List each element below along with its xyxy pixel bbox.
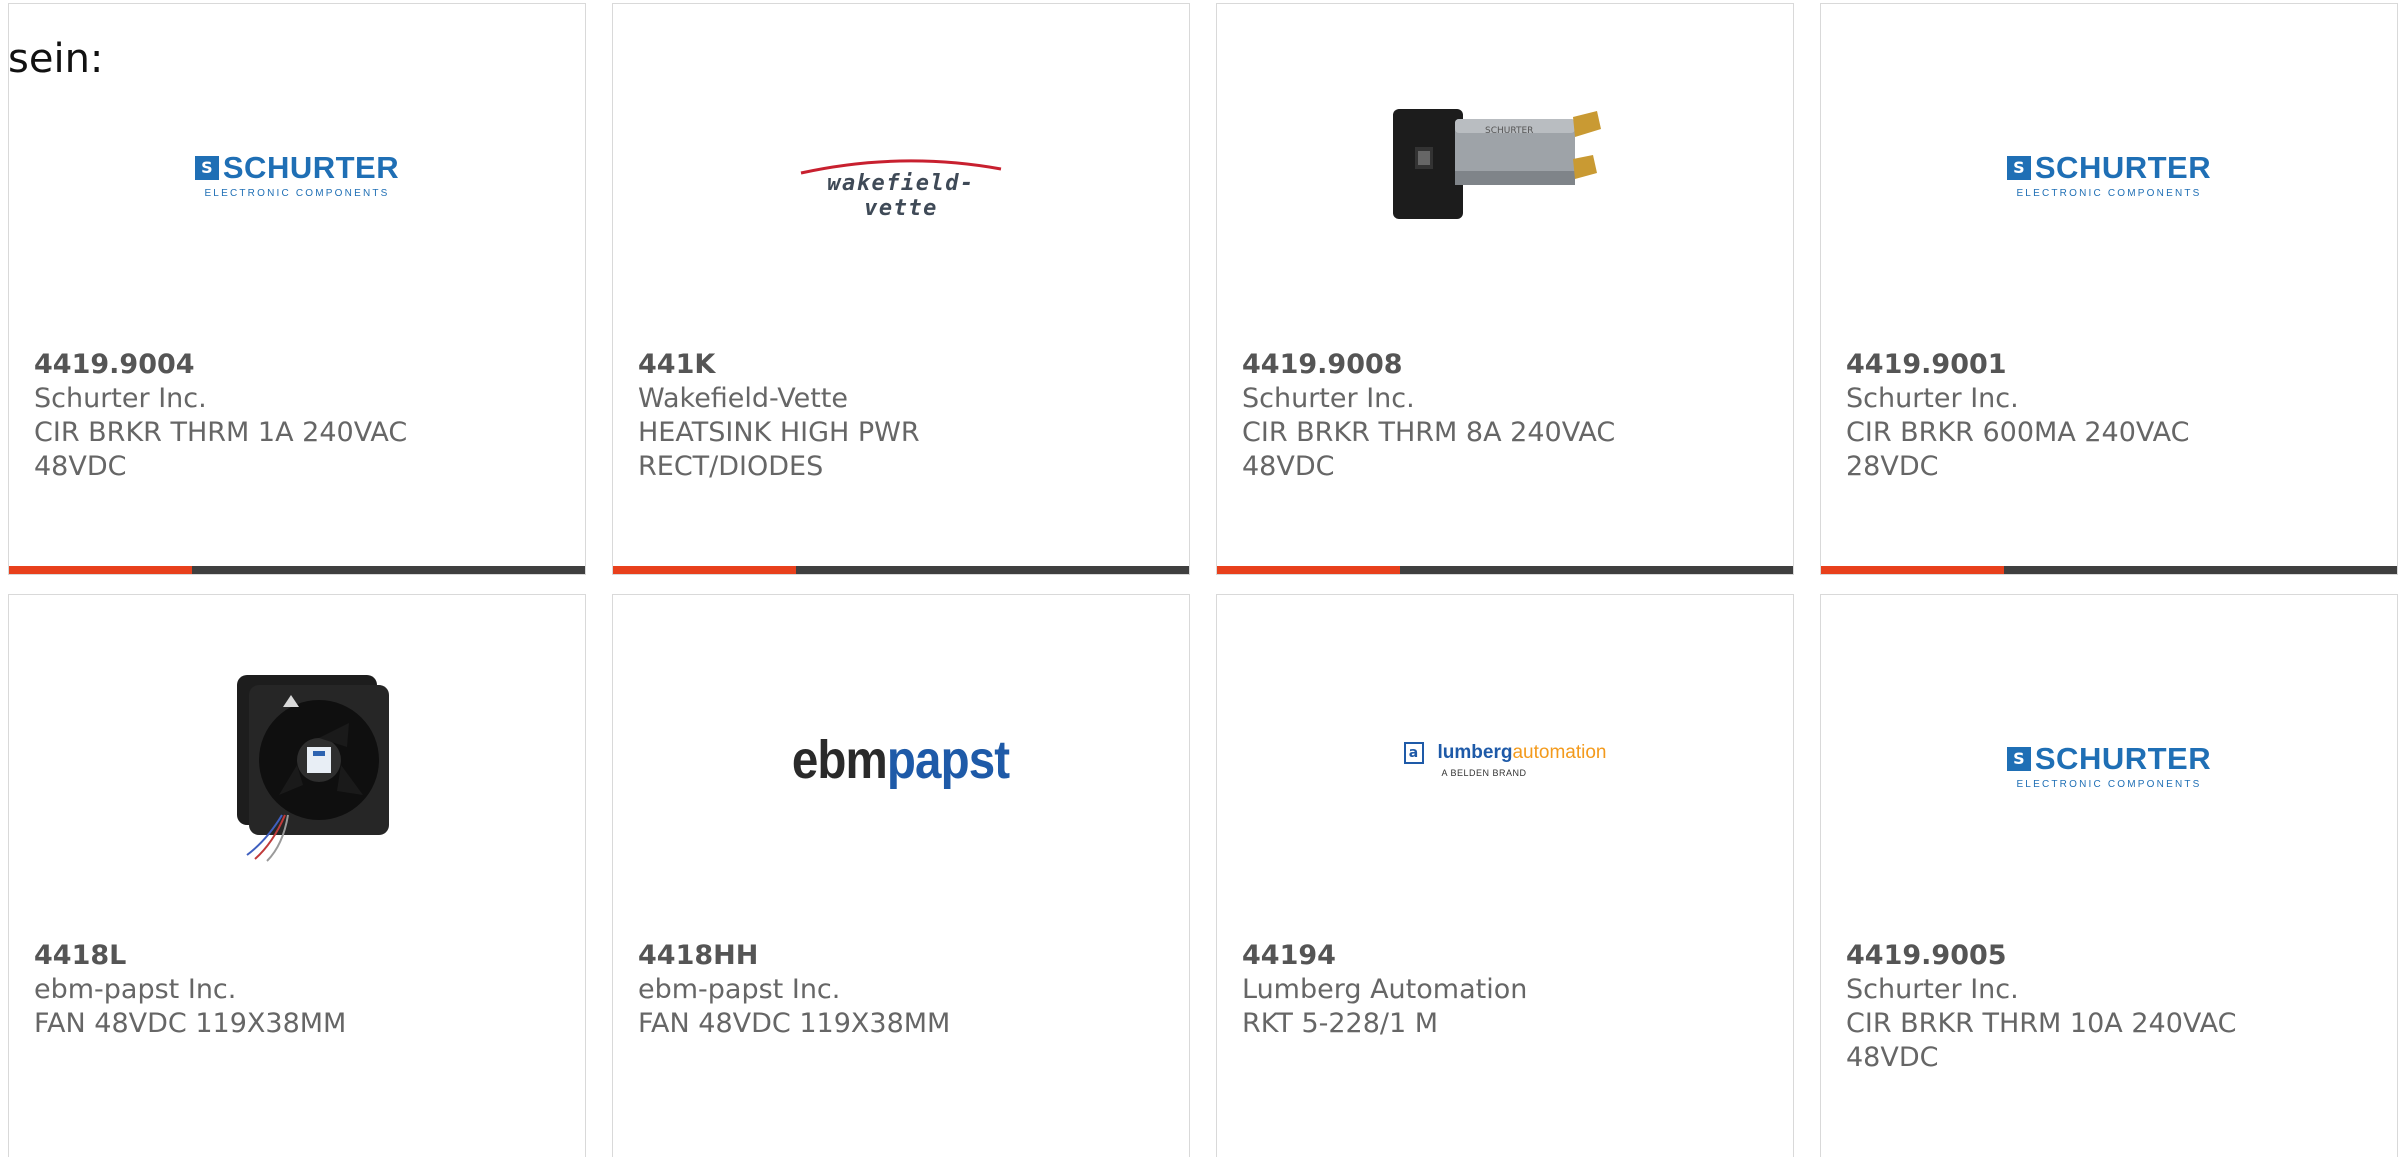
product-image-area: S SCHURTER ELECTRONIC COMPONENTS [1821,595,2397,925]
manufacturer: ebm-papst Inc. [638,974,841,1005]
card-bottom-bar [9,566,585,574]
product-image-area: S SCHURTER ELECTRONIC COMPONENTS [1821,4,2397,334]
manufacturer: Schurter Inc. [1846,383,2019,414]
card-bottom-bar [1217,566,1793,574]
product-image-area: ebmpapst [613,595,1189,925]
part-number[interactable]: 441K [638,348,1058,382]
logo-text: SCHURTER [222,149,400,185]
part-number[interactable]: 4419.9008 [1242,348,1662,382]
part-number[interactable]: 4419.9001 [1846,348,2266,382]
product-card[interactable]: S SCHURTER ELECTRONIC COMPONENTS 4419.90… [1820,594,2398,1157]
description: CIR BRKR THRM 8A 240VAC 48VDC [1242,417,1616,482]
logo-text: SCHURTER [2034,740,2212,776]
product-card[interactable]: S SCHURTER ELECTRONIC COMPONENTS 4419.90… [1820,3,2398,575]
circuit-breaker-photo: SCHURTER [1393,109,1601,219]
part-number[interactable]: 4419.9005 [1846,939,2266,973]
product-image-area [9,595,585,925]
description: CIR BRKR 600MA 240VAC 28VDC [1846,417,2190,482]
logo-text-papst: papst [887,730,1010,790]
description: HEATSINK HIGH PWR RECT/DIODES [638,417,920,482]
description: FAN 48VDC 119X38MM [34,1008,347,1039]
product-card[interactable]: SCHURTER 4419.9008 Schurter Inc. CIR BRK… [1216,3,1794,575]
schurter-logo: S SCHURTER ELECTRONIC COMPONENTS [2006,149,2212,199]
lumberg-mark-icon: a [1403,742,1424,764]
logo-tagline: A BELDEN BRAND [1441,768,1527,778]
logo-subtext: ELECTRONIC COMPONENTS [2016,187,2202,199]
wakefield-vette-logo: wakefield-vette [796,149,1006,221]
schurter-logo: S SCHURTER ELECTRONIC COMPONENTS [194,149,400,199]
product-image-area: SCHURTER [1217,4,1793,334]
part-number[interactable]: 4418HH [638,939,1058,973]
logo-text-lumberg: lumberg [1437,742,1513,763]
description: RKT 5-228/1 M [1242,1008,1439,1039]
description: CIR BRKR THRM 1A 240VAC 48VDC [34,417,408,482]
part-number[interactable]: 4418L [34,939,454,973]
manufacturer: Schurter Inc. [1242,383,1415,414]
manufacturer: Schurter Inc. [34,383,207,414]
product-card[interactable]: 4418L ebm-papst Inc. FAN 48VDC 119X38MM [8,594,586,1157]
part-number[interactable]: 4419.9004 [34,348,454,382]
schurter-mark-icon: S [2006,746,2031,771]
product-image-area: a lumberg automation A BELDEN BRAND [1217,595,1793,925]
manufacturer: Schurter Inc. [1846,974,2019,1005]
schurter-mark-icon: S [2006,155,2031,180]
svg-text:SCHURTER: SCHURTER [1485,126,1533,136]
product-grid-page: sein: S SCHURTER ELECTRONIC COMPONENTS 4… [0,0,2400,1157]
logo-text: SCHURTER [2034,149,2212,185]
logo-text: wakefield-vette [827,171,975,221]
lumberg-automation-logo: a lumberg automation A BELDEN BRAND [1403,742,1607,778]
ebmpapst-logo: ebmpapst [792,729,1010,791]
card-bottom-bar [613,566,1189,574]
product-card[interactable]: ebmpapst 4418HH ebm-papst Inc. FAN 48VDC… [612,594,1190,1157]
description: CIR BRKR THRM 10A 240VAC 48VDC [1846,1008,2237,1073]
logo-text-automation: automation [1512,742,1607,763]
schurter-logo: S SCHURTER ELECTRONIC COMPONENTS [2006,740,2212,790]
intro-text: sein: [8,36,104,82]
manufacturer: Lumberg Automation [1242,974,1528,1005]
schurter-mark-icon: S [194,155,219,180]
product-image-area: wakefield-vette [613,4,1189,334]
fan-photo [237,675,389,862]
manufacturer: Wakefield-Vette [638,383,848,414]
product-card[interactable]: wakefield-vette 441K Wakefield-Vette HEA… [612,3,1190,575]
product-card[interactable]: S SCHURTER ELECTRONIC COMPONENTS 4419.90… [8,3,586,575]
card-bottom-bar [1821,566,2397,574]
product-card[interactable]: a lumberg automation A BELDEN BRAND 44194… [1216,594,1794,1157]
manufacturer: ebm-papst Inc. [34,974,237,1005]
logo-subtext: ELECTRONIC COMPONENTS [204,187,390,199]
description: FAN 48VDC 119X38MM [638,1008,951,1039]
part-number[interactable]: 44194 [1242,939,1662,973]
logo-subtext: ELECTRONIC COMPONENTS [2016,778,2202,790]
logo-text-ebm: ebm [792,730,888,790]
